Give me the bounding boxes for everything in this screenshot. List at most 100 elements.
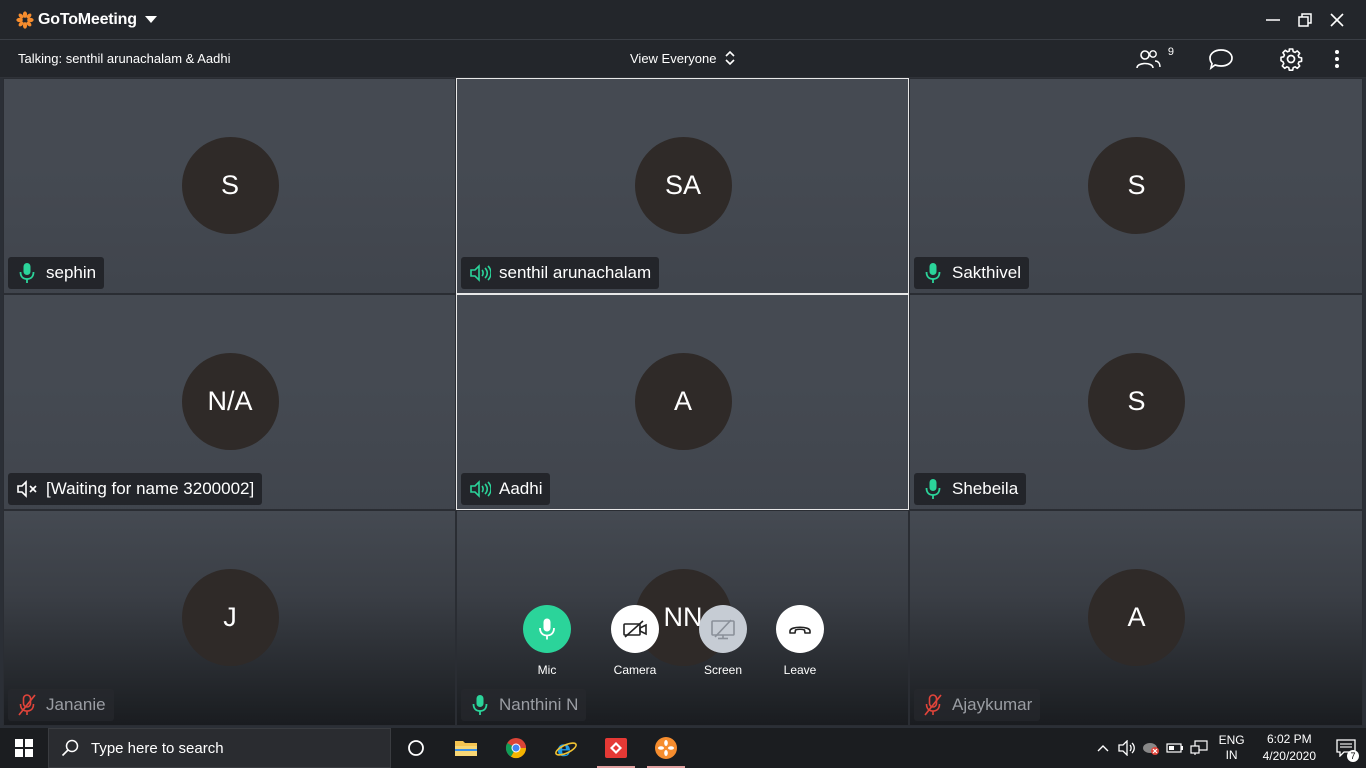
task-view-button[interactable]	[391, 728, 441, 768]
leave-button[interactable]	[776, 605, 824, 653]
mic-button[interactable]	[523, 605, 571, 653]
camera-control[interactable]: Camera	[605, 605, 665, 677]
more-options-button[interactable]	[1322, 40, 1352, 78]
more-vertical-icon	[1335, 50, 1339, 68]
leave-control[interactable]: Leave	[770, 605, 830, 677]
microphone-icon	[469, 694, 491, 716]
chevron-up-icon	[1097, 745, 1109, 752]
anydesk-icon	[605, 738, 627, 758]
participant-tile[interactable]: N/A [Waiting for name 3200002]	[3, 294, 456, 510]
show-hidden-icons-button[interactable]	[1091, 728, 1115, 768]
chat-button[interactable]	[1204, 40, 1238, 78]
avatar: SA	[634, 137, 732, 234]
participant-name: sephin	[46, 263, 97, 282]
participant-tile[interactable]: A Ajaykumar	[909, 510, 1363, 726]
microphone-icon	[922, 478, 944, 500]
participant-tile[interactable]: J Jananie	[3, 510, 456, 726]
battery-icon	[1165, 743, 1183, 753]
mic-control[interactable]: Mic	[517, 605, 577, 677]
camera-button[interactable]	[611, 605, 659, 653]
language-code: ENG	[1218, 733, 1245, 747]
participant-name-tag: Aadhi	[461, 473, 551, 505]
speaker-active-icon	[469, 478, 491, 500]
clock-time: 6:02 PM	[1266, 732, 1312, 746]
participant-tile[interactable]: SA senthil arunachalam	[456, 78, 909, 294]
app-menu[interactable]: GoToMeeting	[16, 11, 157, 29]
participant-name-tag: Ajaykumar	[914, 689, 1041, 721]
chrome-app[interactable]	[491, 728, 541, 768]
microphone-muted-icon	[16, 694, 38, 716]
view-selector[interactable]: View Everyone	[630, 49, 736, 67]
input-language[interactable]: ENG IN	[1219, 733, 1245, 763]
screen-control[interactable]: Screen	[693, 605, 753, 677]
participants-button[interactable]: 9	[1134, 40, 1174, 78]
microphone-muted-icon	[922, 694, 944, 716]
participant-name: senthil arunachalam	[499, 263, 652, 282]
screen-label: Screen	[703, 663, 743, 677]
battery-button[interactable]	[1163, 728, 1187, 768]
folder-icon	[455, 741, 477, 756]
participant-tile[interactable]: S Shebeila	[909, 294, 1363, 510]
participant-name-tag: Nanthini N	[461, 689, 587, 721]
participant-name: Shebeila	[952, 479, 1019, 498]
participant-name: Sakthivel	[952, 263, 1021, 282]
system-tray: ENG IN 6:02 PM 4/20/2020 7	[1091, 728, 1366, 768]
search-icon	[61, 739, 79, 757]
camera-off-icon	[623, 620, 647, 638]
clock[interactable]: 6:02 PM 4/20/2020	[1263, 731, 1316, 765]
restore-button[interactable]	[1290, 5, 1320, 35]
participant-tile[interactable]: A Aadhi	[456, 294, 909, 510]
task-view-icon	[408, 740, 424, 756]
app-tray-icon[interactable]	[1139, 728, 1163, 768]
close-button[interactable]	[1322, 5, 1352, 35]
screen-share-off-icon	[711, 619, 735, 640]
participant-name: Nanthini N	[499, 695, 579, 714]
participant-tile[interactable]: S Sakthivel	[909, 78, 1363, 294]
microphone-icon	[16, 262, 38, 284]
internet-explorer-icon: e	[555, 737, 577, 759]
view-selector-label: View Everyone	[630, 50, 717, 66]
avatar: S	[1088, 137, 1185, 234]
network-icon	[1189, 740, 1208, 755]
avatar: S	[181, 137, 279, 234]
avatar: A	[1088, 569, 1185, 666]
app-title: GoToMeeting	[38, 10, 137, 28]
close-icon	[1330, 13, 1344, 27]
avatar: N/A	[181, 353, 279, 450]
participant-name-tag: Sakthivel	[914, 257, 1029, 289]
gotomeeting-app[interactable]	[641, 728, 691, 768]
windows-taskbar: Type here to search e ENG IN 6:02 PM 4/2…	[0, 728, 1366, 768]
speaker-off-icon	[16, 478, 38, 500]
network-button[interactable]	[1187, 728, 1211, 768]
speaker-active-icon	[469, 262, 491, 284]
disconnected-app-icon	[1142, 743, 1159, 755]
chat-icon	[1209, 49, 1233, 70]
settings-button[interactable]	[1274, 40, 1308, 78]
participant-name: [Waiting for name 3200002]	[46, 479, 255, 498]
region-code: IN	[1225, 748, 1238, 762]
participant-name-tag: Shebeila	[914, 473, 1027, 505]
participant-name: Aadhi	[499, 479, 543, 498]
start-button[interactable]	[0, 728, 48, 768]
action-center-button[interactable]: 7	[1326, 728, 1366, 768]
file-explorer-app[interactable]	[441, 728, 491, 768]
internet-explorer-app[interactable]: e	[541, 728, 591, 768]
chrome-icon	[505, 738, 527, 759]
talking-indicator: Talking: senthil arunachalam & Aadhi	[18, 51, 231, 66]
minimize-icon	[1266, 19, 1280, 21]
avatar: S	[1088, 353, 1185, 450]
taskbar-search[interactable]: Type here to search	[48, 728, 391, 768]
camera-label: Camera	[613, 663, 657, 677]
minimize-button[interactable]	[1258, 5, 1288, 35]
screen-share-button[interactable]	[699, 605, 747, 653]
participant-name-tag: senthil arunachalam	[461, 257, 660, 289]
people-icon	[1136, 50, 1161, 69]
gotomeeting-logo-icon	[16, 10, 34, 29]
participant-tile[interactable]: Ssephin	[3, 78, 456, 294]
participant-name: Jananie	[46, 695, 106, 714]
anydesk-app[interactable]	[591, 728, 641, 768]
volume-button[interactable]	[1115, 728, 1139, 768]
chevron-updown-icon	[725, 50, 736, 66]
meeting-controls: Mic Camera Screen Leave	[522, 605, 832, 685]
restore-icon	[1298, 13, 1312, 27]
